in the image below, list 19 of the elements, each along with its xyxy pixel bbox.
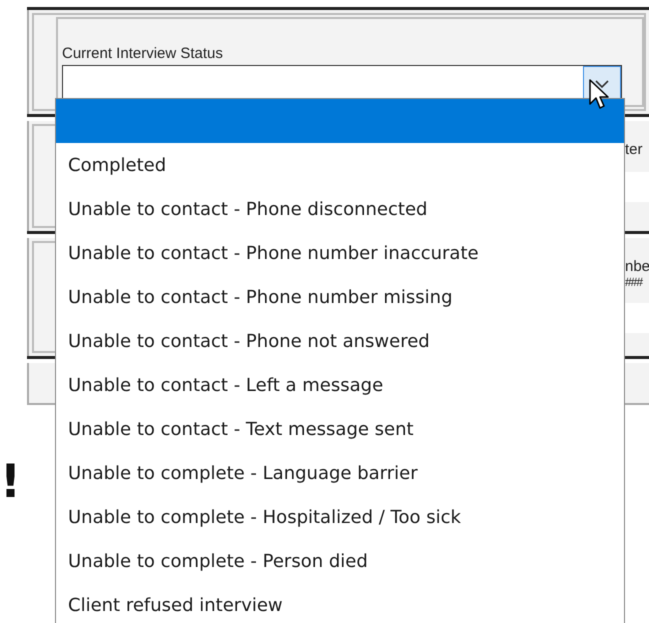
dropdown-option[interactable]: Unable to complete - Hospitalized / Too sick — [56, 495, 624, 539]
dropdown-option[interactable]: Unable to complete - Person died — [56, 539, 624, 583]
dropdown-option[interactable]: Unable to contact - Phone disconnected — [56, 187, 624, 231]
dropdown-option[interactable]: Unable to contact - Phone number missing — [56, 275, 624, 319]
exclamation-mark: ! — [0, 458, 22, 504]
chevron-down-icon — [594, 78, 610, 88]
field-label: ter — [625, 141, 644, 158]
dropdown-option[interactable]: Unable to complete - Language barrier — [56, 451, 624, 495]
dropdown-option[interactable]: Unable to contact - Text message sent — [56, 407, 624, 451]
field-label: nbe — [625, 258, 649, 275]
field-label: Current Interview Status — [62, 45, 224, 62]
dropdown-option[interactable]: Unable to contact - Phone number inaccurate — [56, 231, 624, 275]
dropdown-option[interactable]: Unable to contact - Left a message — [56, 363, 624, 407]
input-field[interactable] — [625, 172, 649, 202]
dropdown-option[interactable]: Unable to contact - Phone not answered — [56, 319, 624, 363]
dropdown-option[interactable]: Completed — [56, 143, 624, 187]
field-value: ### — [625, 275, 644, 289]
input-field[interactable] — [625, 303, 649, 333]
dropdown-option[interactable]: Client refused interview — [56, 583, 624, 623]
